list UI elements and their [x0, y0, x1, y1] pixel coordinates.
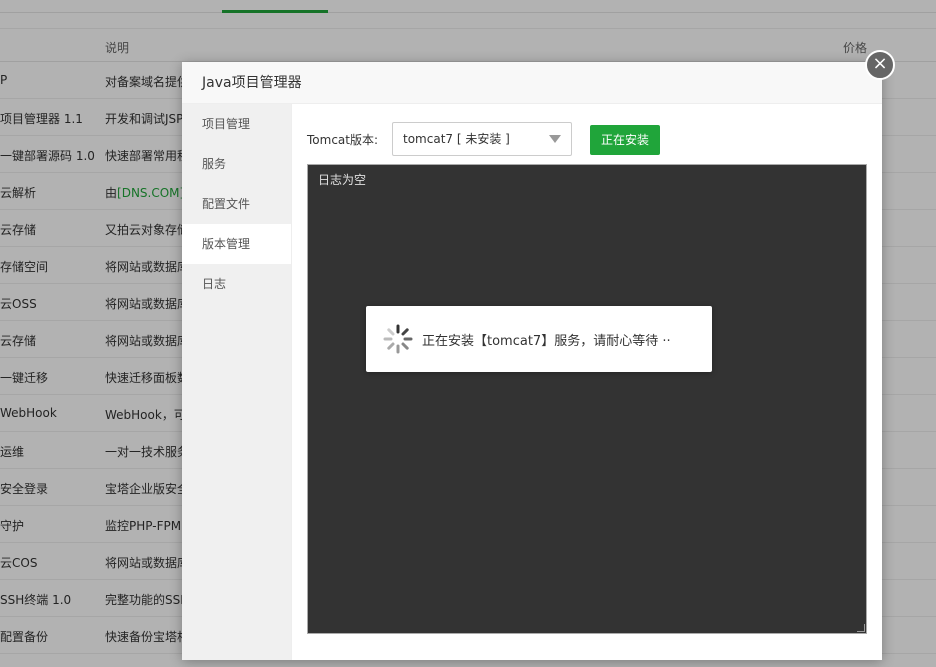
- selected-version: tomcat7 [ 未安装 ]: [403, 132, 510, 146]
- log-text: 日志为空: [318, 173, 367, 187]
- version-management-panel: Tomcat版本: tomcat7 [ 未安装 ] 正在安装 日志为空: [292, 104, 882, 660]
- dialog-sidebar: 项目管理 服务 配置文件 版本管理 日志: [182, 104, 292, 660]
- sidebar-item-project-management[interactable]: 项目管理: [182, 104, 291, 144]
- dialog-title: Java项目管理器: [182, 62, 882, 104]
- sidebar-item-version-management[interactable]: 版本管理: [182, 224, 291, 264]
- sidebar-item-log[interactable]: 日志: [182, 264, 291, 304]
- tomcat-version-label: Tomcat版本:: [307, 133, 379, 147]
- close-icon[interactable]: ×: [865, 50, 895, 80]
- loading-toast: 正在安装【tomcat7】服务，请耐心等待 ··: [366, 306, 712, 372]
- install-button[interactable]: 正在安装: [590, 125, 660, 155]
- spinner-icon: [383, 324, 413, 354]
- log-output[interactable]: 日志为空: [307, 164, 867, 634]
- loading-message: 正在安装【tomcat7】服务，请耐心等待 ··: [422, 334, 671, 349]
- resize-handle-icon[interactable]: [857, 624, 865, 632]
- chevron-down-icon: [549, 135, 561, 143]
- sidebar-item-config-file[interactable]: 配置文件: [182, 184, 291, 224]
- sidebar-item-service[interactable]: 服务: [182, 144, 291, 184]
- tomcat-version-select[interactable]: tomcat7 [ 未安装 ]: [392, 122, 572, 156]
- dialog-body: 项目管理 服务 配置文件 版本管理 日志 Tomcat版本: tomcat7 […: [182, 104, 882, 660]
